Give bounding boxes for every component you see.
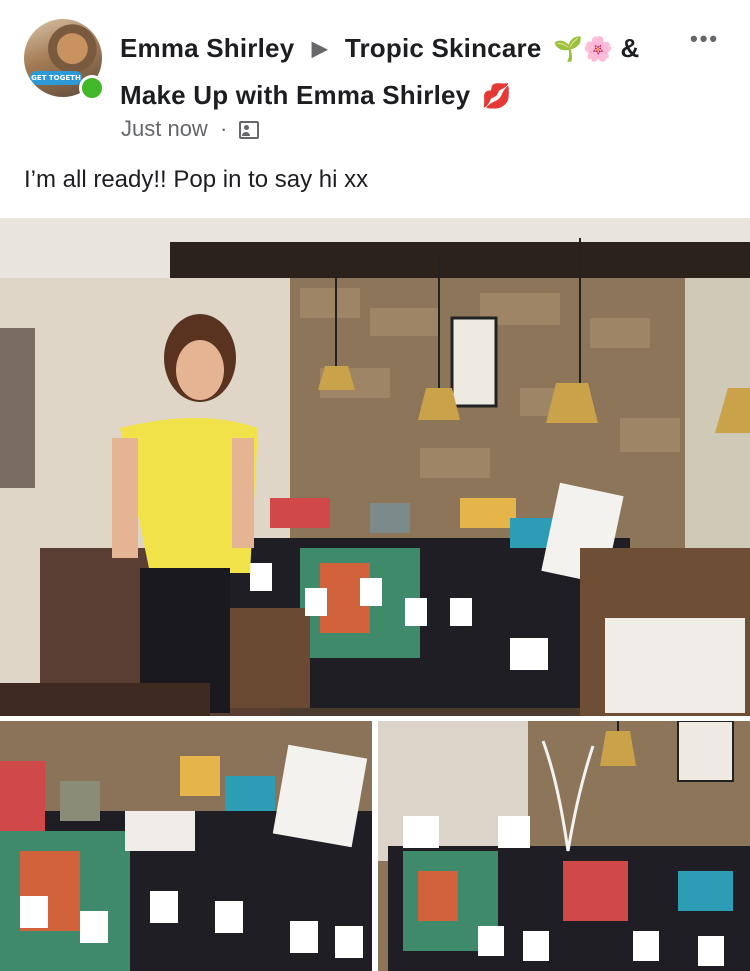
group-name-line2[interactable]: Make Up with Emma Shirley [120, 80, 470, 110]
photo-bottom-left[interactable] [0, 721, 372, 971]
photo-main-illustration [0, 218, 750, 716]
photo-right-illustration [378, 721, 750, 971]
avatar-badge: GET TOGETH [30, 71, 82, 85]
post-meta: Just now · [121, 116, 260, 142]
photo-bottom-right[interactable] [378, 721, 750, 971]
photo-main[interactable] [0, 218, 750, 716]
photo-left-illustration [0, 721, 372, 971]
group-emojis: 🌱🌸 [552, 36, 614, 63]
shared-to-arrow-icon: ▶ [311, 38, 328, 60]
group-name-continued: & [620, 33, 640, 63]
group-audience-icon [239, 121, 260, 139]
post-text: I’m all ready!! Pop in to say hi xx [24, 166, 369, 193]
author-name[interactable]: Emma Shirley [120, 33, 294, 63]
online-status-dot [79, 75, 105, 101]
meta-separator: · [219, 116, 228, 141]
author-line: Emma Shirley ▶ Tropic Skincare 🌱🌸 & Make… [120, 26, 680, 119]
lips-emoji: 💋 [481, 83, 512, 110]
more-options-icon[interactable]: ••• [690, 26, 719, 52]
group-name[interactable]: Tropic Skincare [345, 33, 542, 63]
post-header: GET TOGETH Emma Shirley ▶ Tropic Skincar… [0, 0, 750, 218]
post-timestamp[interactable]: Just now [121, 116, 208, 141]
